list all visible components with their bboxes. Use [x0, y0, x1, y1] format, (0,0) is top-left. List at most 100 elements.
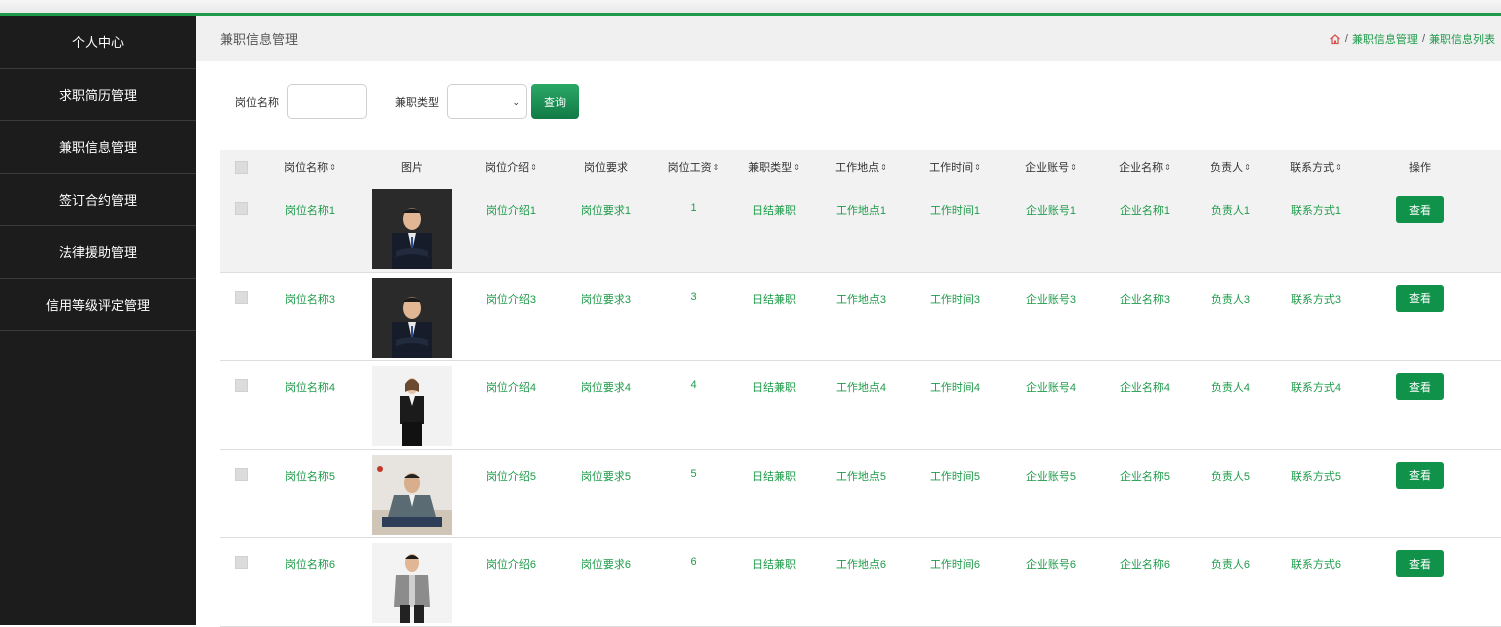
- job-type-cell: 日结兼职: [731, 361, 817, 449]
- job-wage: 1: [690, 202, 697, 214]
- type-select[interactable]: ⌄: [447, 84, 527, 119]
- work-time: 工作时间1: [929, 205, 981, 217]
- column-header[interactable]: 工作地点 ⇕: [817, 159, 905, 175]
- company-account-cell: 企业账号3: [1005, 273, 1097, 361]
- contact-cell: 联系方式3: [1268, 273, 1364, 361]
- row-checkbox[interactable]: [234, 290, 248, 304]
- company-name-cell: 企业名称3: [1097, 273, 1193, 361]
- job-requirement-cell: 岗位要求1: [556, 184, 656, 272]
- row-checkbox[interactable]: [234, 467, 248, 481]
- chevron-down-icon: ⌄: [512, 97, 520, 107]
- sort-icon: ⇕: [1244, 162, 1251, 172]
- breadcrumb-item[interactable]: 兼职信息管理: [1352, 31, 1418, 47]
- job-name-input[interactable]: [287, 84, 367, 119]
- job-requirement: 岗位要求5: [580, 470, 632, 483]
- job-requirement-cell: 岗位要求5: [556, 450, 656, 538]
- work-place-cell: 工作地点3: [817, 273, 905, 361]
- job-wage-cell: 3: [656, 273, 731, 361]
- job-wage: 6: [690, 556, 697, 568]
- table-row: 岗位名称6 岗位介绍6 岗位要求6 6 日结兼职 工作地点6 工作时间6 企业账号6 企业名称6…: [220, 538, 1501, 627]
- work-time-cell: 工作时间4: [905, 361, 1005, 449]
- table-header: 岗位名称 ⇕ 图片 岗位介绍 ⇕ 岗位要求 岗位工资 ⇕ 兼职类型 ⇕ 工作地点 ⇕ 工作…: [220, 150, 1501, 184]
- photo-cell: [358, 184, 466, 272]
- owner-cell: 负责人4: [1193, 361, 1268, 449]
- job-intro: 岗位介绍5: [485, 470, 537, 483]
- company-account: 企业账号3: [1025, 293, 1077, 306]
- job-requirement: 岗位要求4: [580, 382, 632, 394]
- view-button[interactable]: 查看: [1396, 196, 1444, 223]
- company-name: 企业名称4: [1119, 382, 1171, 394]
- job-name-cell: 岗位名称6: [262, 538, 358, 626]
- job-name-cell: 岗位名称1: [262, 184, 358, 272]
- row-checkbox[interactable]: [234, 556, 248, 569]
- column-header: 操作: [1409, 162, 1431, 174]
- owner-cell: 负责人6: [1193, 538, 1268, 626]
- work-place: 工作地点1: [835, 205, 887, 217]
- sidebar-item-credit[interactable]: 信用等级评定管理: [0, 279, 196, 331]
- work-place: 工作地点4: [835, 382, 887, 394]
- sidebar-item-legal-aid[interactable]: 法律援助管理: [0, 226, 196, 279]
- work-place: 工作地点6: [835, 559, 887, 571]
- job-name-cell: 岗位名称3: [262, 273, 358, 361]
- job-type: 日结兼职: [752, 205, 796, 217]
- job-name: 岗位名称4: [284, 382, 336, 394]
- column-header[interactable]: 兼职类型 ⇕: [731, 159, 817, 175]
- sidebar-item-personal-center[interactable]: 个人中心: [0, 16, 196, 69]
- work-place: 工作地点3: [835, 293, 887, 306]
- main-content: 兼职信息管理 / 兼职信息管理 / 兼职信息列表 岗位名称 兼职类型 ⌄ 查询 …: [196, 16, 1501, 627]
- job-requirement-cell: 岗位要求6: [556, 538, 656, 626]
- row-checkbox[interactable]: [234, 202, 248, 215]
- company-name-cell: 企业名称5: [1097, 450, 1193, 538]
- page-title: 兼职信息管理: [220, 32, 299, 47]
- job-type-cell: 日结兼职: [731, 538, 817, 626]
- company-account: 企业账号1: [1025, 205, 1077, 217]
- job-name: 岗位名称6: [284, 559, 336, 571]
- column-header[interactable]: 岗位工资 ⇕: [656, 159, 731, 175]
- view-button[interactable]: 查看: [1396, 461, 1444, 489]
- sidebar-item-resume[interactable]: 求职简历管理: [0, 69, 196, 121]
- work-place: 工作地点5: [835, 470, 887, 483]
- job-name-cell: 岗位名称5: [262, 450, 358, 538]
- column-header[interactable]: 负责人 ⇕: [1193, 159, 1268, 175]
- job-type: 日结兼职: [752, 293, 796, 306]
- sidebar-item-contract[interactable]: 签订合约管理: [0, 174, 196, 226]
- view-button[interactable]: 查看: [1396, 284, 1444, 312]
- column-header[interactable]: 企业账号 ⇕: [1005, 159, 1097, 175]
- company-name: 企业名称5: [1119, 470, 1171, 483]
- sort-icon: ⇕: [974, 162, 981, 172]
- select-all-checkbox[interactable]: [234, 160, 248, 174]
- work-place-cell: 工作地点1: [817, 184, 905, 272]
- query-button[interactable]: 查询: [531, 84, 579, 119]
- job-wage-cell: 1: [656, 184, 731, 272]
- sidebar-item-parttime[interactable]: 兼职信息管理: [0, 121, 196, 174]
- view-button[interactable]: 查看: [1396, 373, 1444, 400]
- row-checkbox[interactable]: [234, 379, 248, 392]
- company-account-cell: 企业账号4: [1005, 361, 1097, 449]
- job-requirement: 岗位要求1: [580, 205, 632, 217]
- column-header[interactable]: 岗位名称 ⇕: [262, 159, 358, 175]
- column-header[interactable]: 工作时间 ⇕: [905, 159, 1005, 175]
- view-button[interactable]: 查看: [1396, 550, 1444, 577]
- work-place-cell: 工作地点5: [817, 450, 905, 538]
- table-row: 岗位名称5 岗位介绍5 岗位要求5 5 日结兼职 工作地点5 工作时间5 企业账号5 企业名称5…: [220, 450, 1501, 538]
- table-row: 岗位名称1 岗位介绍1 岗位要求1 1 日结兼职 工作地点1 工作时间1 企业账号1 企业名称1…: [220, 184, 1501, 273]
- sort-icon: ⇕: [530, 162, 537, 172]
- job-requirement-cell: 岗位要求3: [556, 273, 656, 361]
- breadcrumb-item[interactable]: 兼职信息列表: [1429, 31, 1495, 47]
- job-type: 日结兼职: [752, 470, 796, 483]
- column-header[interactable]: 岗位介绍 ⇕: [466, 159, 556, 175]
- company-name: 企业名称3: [1119, 293, 1171, 306]
- contact: 联系方式1: [1290, 205, 1342, 217]
- photo-cell: [358, 538, 466, 626]
- job-name: 岗位名称1: [284, 205, 336, 217]
- column-header[interactable]: 企业名称 ⇕: [1097, 159, 1193, 175]
- work-time-cell: 工作时间6: [905, 538, 1005, 626]
- column-header[interactable]: 联系方式 ⇕: [1268, 159, 1364, 175]
- sidebar-item-label: 签订合约管理: [58, 192, 137, 208]
- company-account-cell: 企业账号5: [1005, 450, 1097, 538]
- photo-cell: [358, 273, 466, 361]
- home-icon[interactable]: [1329, 33, 1341, 45]
- job-photo: [372, 277, 452, 358]
- table-row: 岗位名称4 岗位介绍4 岗位要求4 4 日结兼职 工作地点4 工作时间4 企业账号4 企业名称4…: [220, 361, 1501, 450]
- job-type: 日结兼职: [752, 559, 796, 571]
